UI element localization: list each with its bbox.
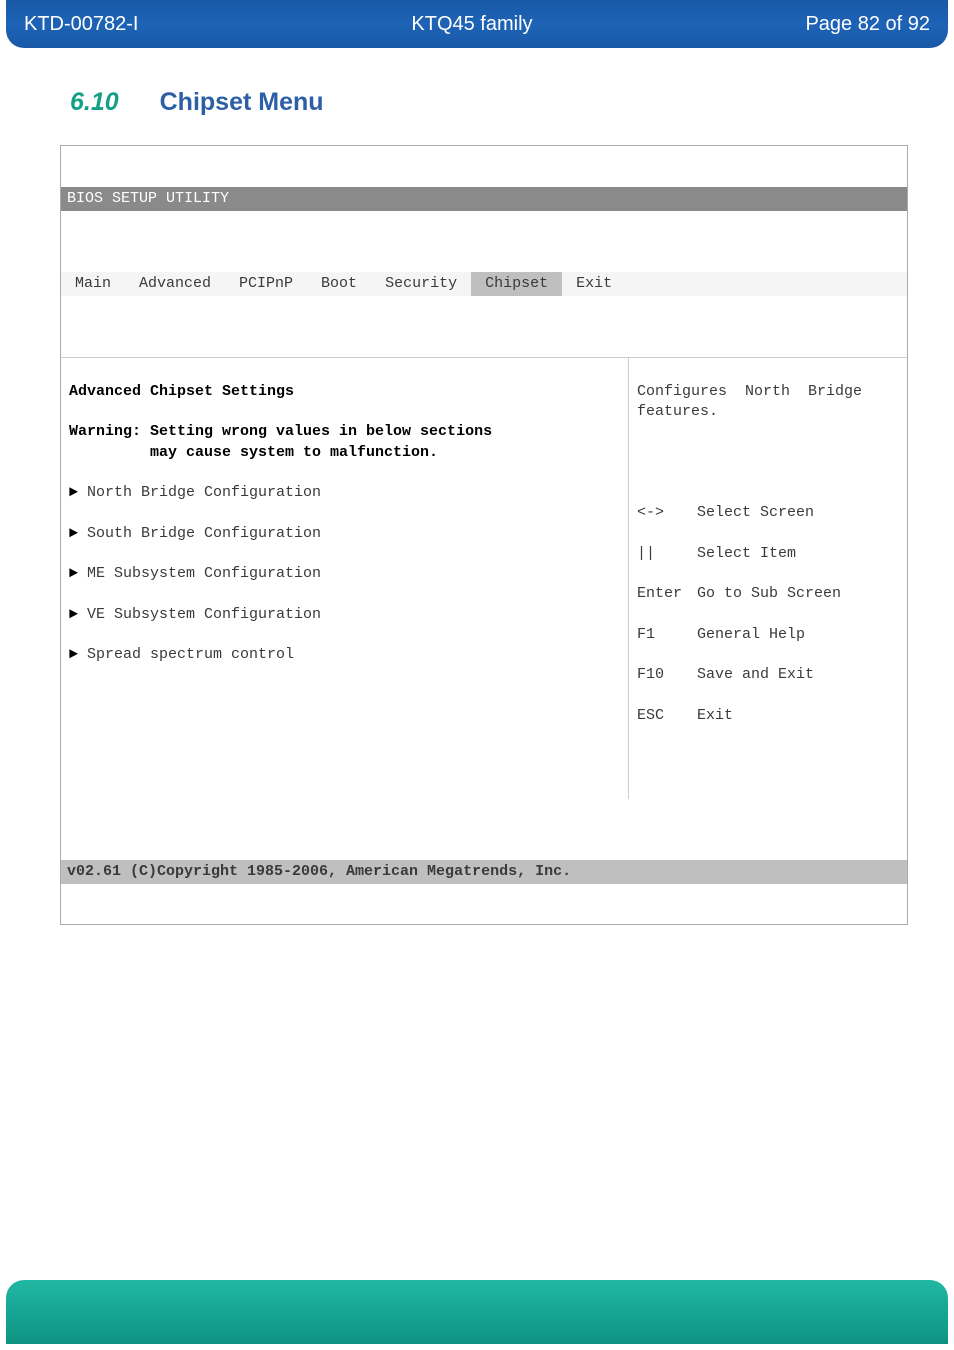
triangle-right-icon: ► [69,524,87,544]
menu-item-north-bridge[interactable]: ►North Bridge Configuration [69,483,620,503]
help-key-desc: Select Item [697,544,796,564]
help-key-row: ESCExit [637,706,899,726]
doc-family: KTQ45 family [139,13,806,36]
warning-line-1: Warning: Setting wrong values in below s… [69,423,492,440]
help-key-row: F1General Help [637,625,899,645]
triangle-right-icon: ► [69,564,87,584]
bios-footer: v02.61 (C)Copyright 1985-2006, American … [61,860,907,884]
menu-item-label: Spread spectrum control [87,645,294,665]
section-number: 6.10 [70,88,119,116]
tab-chipset[interactable]: Chipset [471,272,562,296]
tab-pcipnp[interactable]: PCIPnP [225,272,307,296]
doc-page: Page 82 of 92 [805,13,930,36]
triangle-right-icon: ► [69,483,87,503]
menu-item-spread-spectrum[interactable]: ►Spread spectrum control [69,645,620,665]
doc-id: KTD-00782-I [24,13,139,36]
help-key-desc: Exit [697,706,733,726]
help-key-desc: Select Screen [697,503,814,523]
menu-item-label: South Bridge Configuration [87,524,321,544]
warning-line-2: may cause system to malfunction. [69,444,438,461]
section-heading: 6.10 Chipset Menu [70,88,954,117]
menu-item-label: North Bridge Configuration [87,483,321,503]
help-key-row: F10Save and Exit [637,665,899,685]
help-key: Enter [637,584,697,604]
menu-item-label: ME Subsystem Configuration [87,564,321,584]
help-key-desc: Go to Sub Screen [697,584,841,604]
help-key: F1 [637,625,697,645]
doc-footer-bar [6,1280,948,1344]
menu-item-label: VE Subsystem Configuration [87,605,321,625]
bios-box: BIOS SETUP UTILITY Main Advanced PCIPnP … [60,145,908,925]
help-key: ESC [637,706,697,726]
help-key: F10 [637,665,697,685]
help-key-row: ||Select Item [637,544,899,564]
menu-item-ve-subsystem[interactable]: ►VE Subsystem Configuration [69,605,620,625]
tab-exit[interactable]: Exit [562,272,626,296]
help-key-desc: General Help [697,625,805,645]
triangle-right-icon: ► [69,645,87,665]
bios-main-panel: Advanced Chipset Settings Warning: Setti… [61,358,629,799]
section-title: Chipset Menu [160,88,324,116]
triangle-right-icon: ► [69,605,87,625]
help-desc-line-1: Configures North Bridge [637,383,862,400]
panel-heading: Advanced Chipset Settings [69,383,294,400]
help-key-row: EnterGo to Sub Screen [637,584,899,604]
doc-header: KTD-00782-I KTQ45 family Page 82 of 92 [6,0,948,48]
tab-security[interactable]: Security [371,272,471,296]
help-key: <-> [637,503,697,523]
help-desc-line-2: features. [637,403,718,420]
help-key-desc: Save and Exit [697,665,814,685]
tab-advanced[interactable]: Advanced [125,272,225,296]
bios-help-panel: Configures North Bridge features. <->Sel… [629,358,907,799]
help-key-row: <->Select Screen [637,503,899,523]
help-key: || [637,544,697,564]
menu-item-me-subsystem[interactable]: ►ME Subsystem Configuration [69,564,620,584]
tab-boot[interactable]: Boot [307,272,371,296]
menu-item-south-bridge[interactable]: ►South Bridge Configuration [69,524,620,544]
bios-tabs: Main Advanced PCIPnP Boot Security Chips… [61,272,907,296]
tab-main[interactable]: Main [61,272,125,296]
bios-title: BIOS SETUP UTILITY [61,187,907,211]
